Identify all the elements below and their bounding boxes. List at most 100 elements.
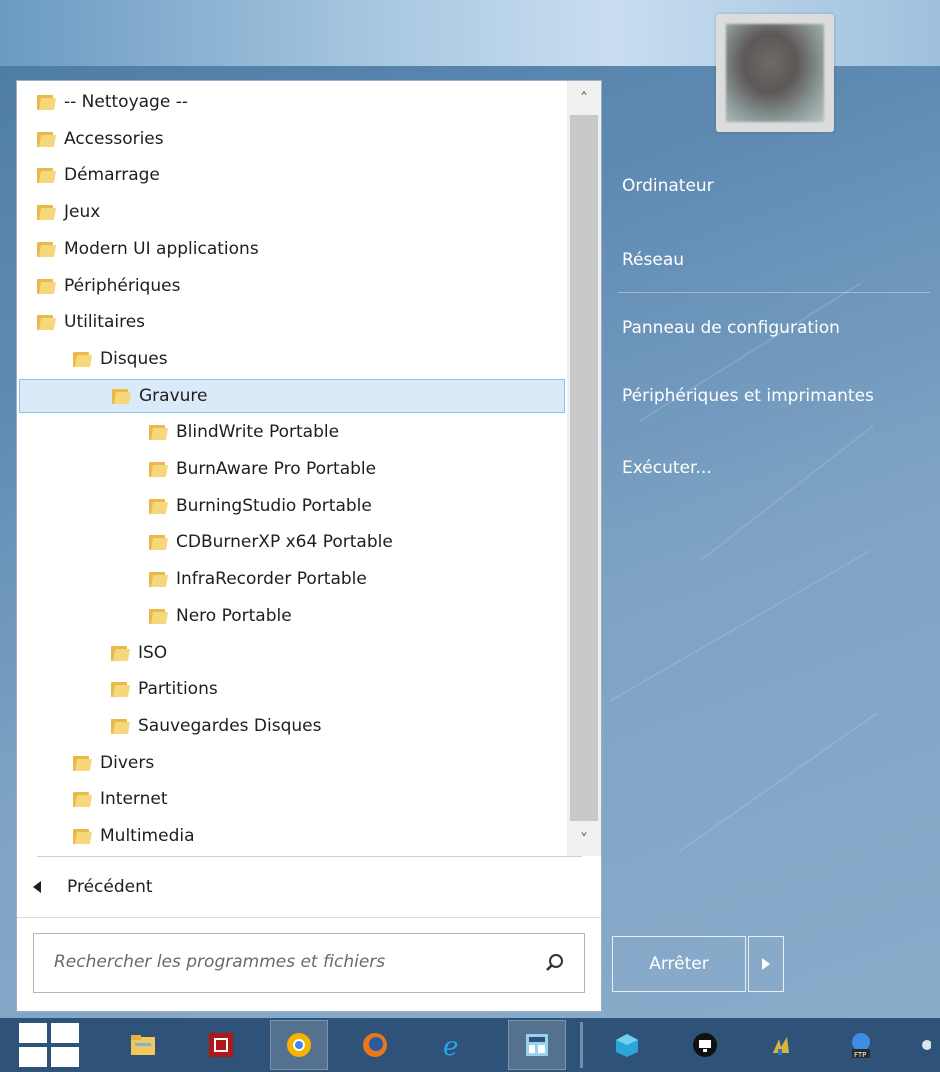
folder-icon <box>149 423 169 441</box>
taskbar-firefox[interactable] <box>346 1020 404 1070</box>
tree-item[interactable]: Internet <box>73 782 168 816</box>
folder-icon <box>111 680 131 698</box>
taskbar-tool[interactable] <box>752 1020 810 1070</box>
tree-item[interactable]: CDBurnerXP x64 Portable <box>149 525 393 559</box>
tree-item[interactable]: Périphériques <box>37 269 180 303</box>
folder-icon <box>73 350 93 368</box>
taskbar-calculator[interactable] <box>508 1020 566 1070</box>
tree-item[interactable]: -- Nettoyage -- <box>37 85 188 119</box>
folder-icon <box>111 644 131 662</box>
tree-item[interactable]: BurnAware Pro Portable <box>149 452 376 486</box>
link-network[interactable]: Réseau <box>622 250 684 270</box>
tree-item-label: Utilitaires <box>64 312 146 332</box>
tree-item[interactable]: Démarrage <box>37 158 160 192</box>
tree-item-label: InfraRecorder Portable <box>176 569 367 589</box>
tree-item-label: Gravure <box>139 386 208 406</box>
taskbar-internet-explorer[interactable]: e <box>424 1020 482 1070</box>
folder-icon <box>73 790 93 808</box>
tree-item-label: CDBurnerXP x64 Portable <box>176 532 393 552</box>
tree-item-label: Jeux <box>64 202 101 222</box>
taskbar-ftp[interactable]: FTP <box>832 1020 890 1070</box>
start-button[interactable] <box>19 1020 79 1070</box>
search-input[interactable]: Rechercher les programmes et fichiers <box>33 933 585 993</box>
start-menu: -- Nettoyage -- Accessories Démarrage Jeux M… <box>0 0 940 1018</box>
taskbar-overflow[interactable] <box>910 1020 940 1070</box>
internet-explorer-icon: e <box>443 1032 458 1059</box>
user-avatar[interactable] <box>716 14 834 132</box>
tree-item-label: BurnAware Pro Portable <box>176 459 377 479</box>
back-button[interactable]: Précédent <box>33 871 153 903</box>
tree-item[interactable]: Accessories <box>37 122 164 156</box>
tree-item-label: Sauvegardes Disques <box>138 716 322 736</box>
tool-icon <box>773 1037 789 1055</box>
shutdown-button[interactable]: Arrêter <box>612 936 746 992</box>
filezilla-like-icon <box>209 1033 233 1057</box>
tree-item-label: Nero Portable <box>176 606 292 626</box>
taskbar-chrome[interactable] <box>270 1020 328 1070</box>
tree-item[interactable]: InfraRecorder Portable <box>149 562 367 596</box>
tree-item[interactable]: ISO <box>111 636 167 670</box>
tree-item-label: Multimedia <box>100 826 195 846</box>
tree-item[interactable]: Utilitaires <box>37 305 145 339</box>
tree-item-label: Internet <box>100 789 168 809</box>
tree-item[interactable]: Jeux <box>37 195 100 229</box>
folder-icon <box>73 827 93 845</box>
scroll-down-icon[interactable]: ˅ <box>567 822 601 856</box>
folder-icon <box>111 717 131 735</box>
tree-item-label: Modern UI applications <box>64 239 259 259</box>
link-run[interactable]: Exécuter... <box>622 458 712 478</box>
background-streak <box>679 712 878 852</box>
tree-item[interactable]: Nero Portable <box>149 599 292 633</box>
taskbar-3d-box[interactable] <box>598 1020 656 1070</box>
folder-icon <box>73 754 93 772</box>
tree-item[interactable]: Sauvegardes Disques <box>111 709 321 743</box>
box-3d-icon <box>616 1034 638 1057</box>
folder-icon <box>37 240 57 258</box>
folder-icon <box>37 93 57 111</box>
taskbar-monitor[interactable] <box>676 1020 734 1070</box>
back-label: Précédent <box>67 877 153 897</box>
tree-item[interactable]: BurningStudio Portable <box>149 489 372 523</box>
tree-item-label: Périphériques <box>64 276 181 296</box>
background-streak <box>609 550 871 702</box>
tree-item-label: Démarrage <box>64 165 160 185</box>
link-devices-printers[interactable]: Périphériques et imprimantes <box>622 386 874 406</box>
calculator-icon <box>526 1034 548 1056</box>
partial-icon <box>922 1040 931 1050</box>
taskbar-file-explorer[interactable] <box>114 1020 172 1070</box>
scroll-up-icon[interactable]: ˄ <box>567 81 601 115</box>
scroll-thumb[interactable] <box>570 115 598 821</box>
file-explorer-icon <box>131 1035 155 1055</box>
tree-item[interactable]: Multimedia <box>73 819 195 853</box>
user-photo <box>726 24 824 122</box>
tree-item-label: Divers <box>100 753 155 773</box>
chevron-right-icon <box>762 958 770 970</box>
programs-scrollbar[interactable]: ˄ ˅ <box>567 81 601 856</box>
search-icon[interactable] <box>544 952 566 974</box>
right-separator <box>618 292 930 293</box>
background-streak <box>699 424 874 562</box>
tree-item-label: BurningStudio Portable <box>176 496 372 516</box>
folder-icon <box>37 166 57 184</box>
tree-item[interactable]: Modern UI applications <box>37 232 259 266</box>
svg-text:FTP: FTP <box>854 1051 866 1059</box>
monitor-icon <box>693 1033 717 1057</box>
link-control-panel[interactable]: Panneau de configuration <box>622 318 840 338</box>
divider <box>37 856 582 857</box>
tree-item-label: Disques <box>100 349 168 369</box>
folder-icon <box>149 460 169 478</box>
tree-item[interactable]: BlindWrite Portable <box>149 415 339 449</box>
link-computer[interactable]: Ordinateur <box>622 176 714 196</box>
taskbar-app-red[interactable] <box>192 1020 250 1070</box>
tree-item[interactable]: Gravure <box>19 379 565 413</box>
tree-item-label: -- Nettoyage -- <box>64 92 188 112</box>
tree-item[interactable]: Disques <box>73 342 168 376</box>
start-icon <box>19 1023 79 1067</box>
tree-item-label: Partitions <box>138 679 218 699</box>
tree-item[interactable]: Partitions <box>111 672 218 706</box>
shutdown-options-button[interactable] <box>748 936 784 992</box>
svg-text:e: e <box>443 1032 458 1059</box>
tree-item[interactable]: Divers <box>73 746 154 780</box>
programs-tree: -- Nettoyage -- Accessories Démarrage Jeux M… <box>17 81 567 856</box>
folder-icon <box>149 607 169 625</box>
